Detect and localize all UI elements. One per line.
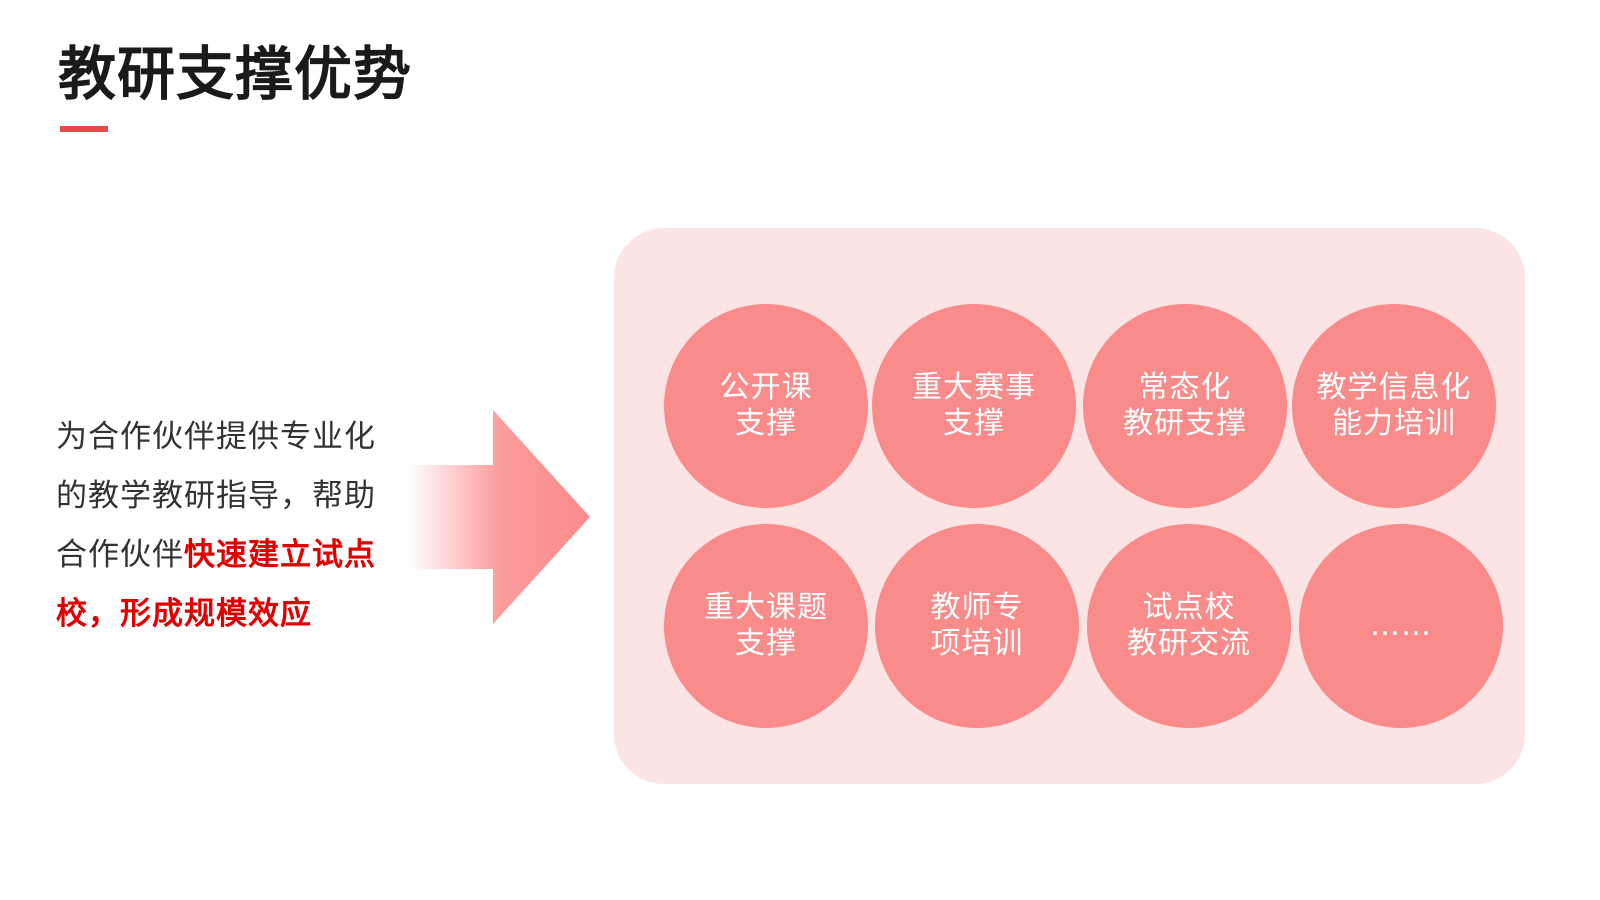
- feature-label: ……: [1370, 608, 1432, 643]
- feature-circle-major-project: 重大课题 支撑: [664, 524, 868, 728]
- feature-circle-pilot-exchange: 试点校 教研交流: [1087, 524, 1291, 728]
- feature-label: 常态化 教研支撑: [1123, 370, 1247, 441]
- feature-circle-it-training: 教学信息化 能力培训: [1292, 304, 1496, 508]
- feature-label: 重大课题 支撑: [704, 590, 828, 661]
- title-underline: [60, 126, 108, 132]
- feature-circle-major-competition: 重大赛事 支撑: [872, 304, 1076, 508]
- slide: 教研支撑优势 为合作伙伴提供专业化的教学教研指导，帮助合作伙伴快速建立试点校，形…: [0, 0, 1600, 900]
- feature-panel: 公开课 支撑 重大赛事 支撑 常态化 教研支撑 教学信息化 能力培训 重大课题 …: [614, 228, 1525, 784]
- description-text: 为合作伙伴提供专业化的教学教研指导，帮助合作伙伴快速建立试点校，形成规模效应: [56, 408, 406, 644]
- feature-circle-open-class: 公开课 支撑: [664, 304, 868, 508]
- page-title: 教研支撑优势: [58, 40, 413, 108]
- feature-label: 教师专 项培训: [930, 590, 1024, 661]
- feature-circle-more: ……: [1299, 524, 1503, 728]
- feature-circle-regular-research: 常态化 教研支撑: [1083, 304, 1287, 508]
- feature-label: 公开课 支撑: [719, 370, 813, 441]
- feature-label: 教学信息化 能力培训: [1316, 370, 1472, 441]
- feature-label: 重大赛事 支撑: [912, 370, 1036, 441]
- feature-label: 试点校 教研交流: [1127, 590, 1251, 661]
- feature-circle-teacher-training: 教师专 项培训: [875, 524, 1079, 728]
- right-arrow-icon: [408, 410, 590, 624]
